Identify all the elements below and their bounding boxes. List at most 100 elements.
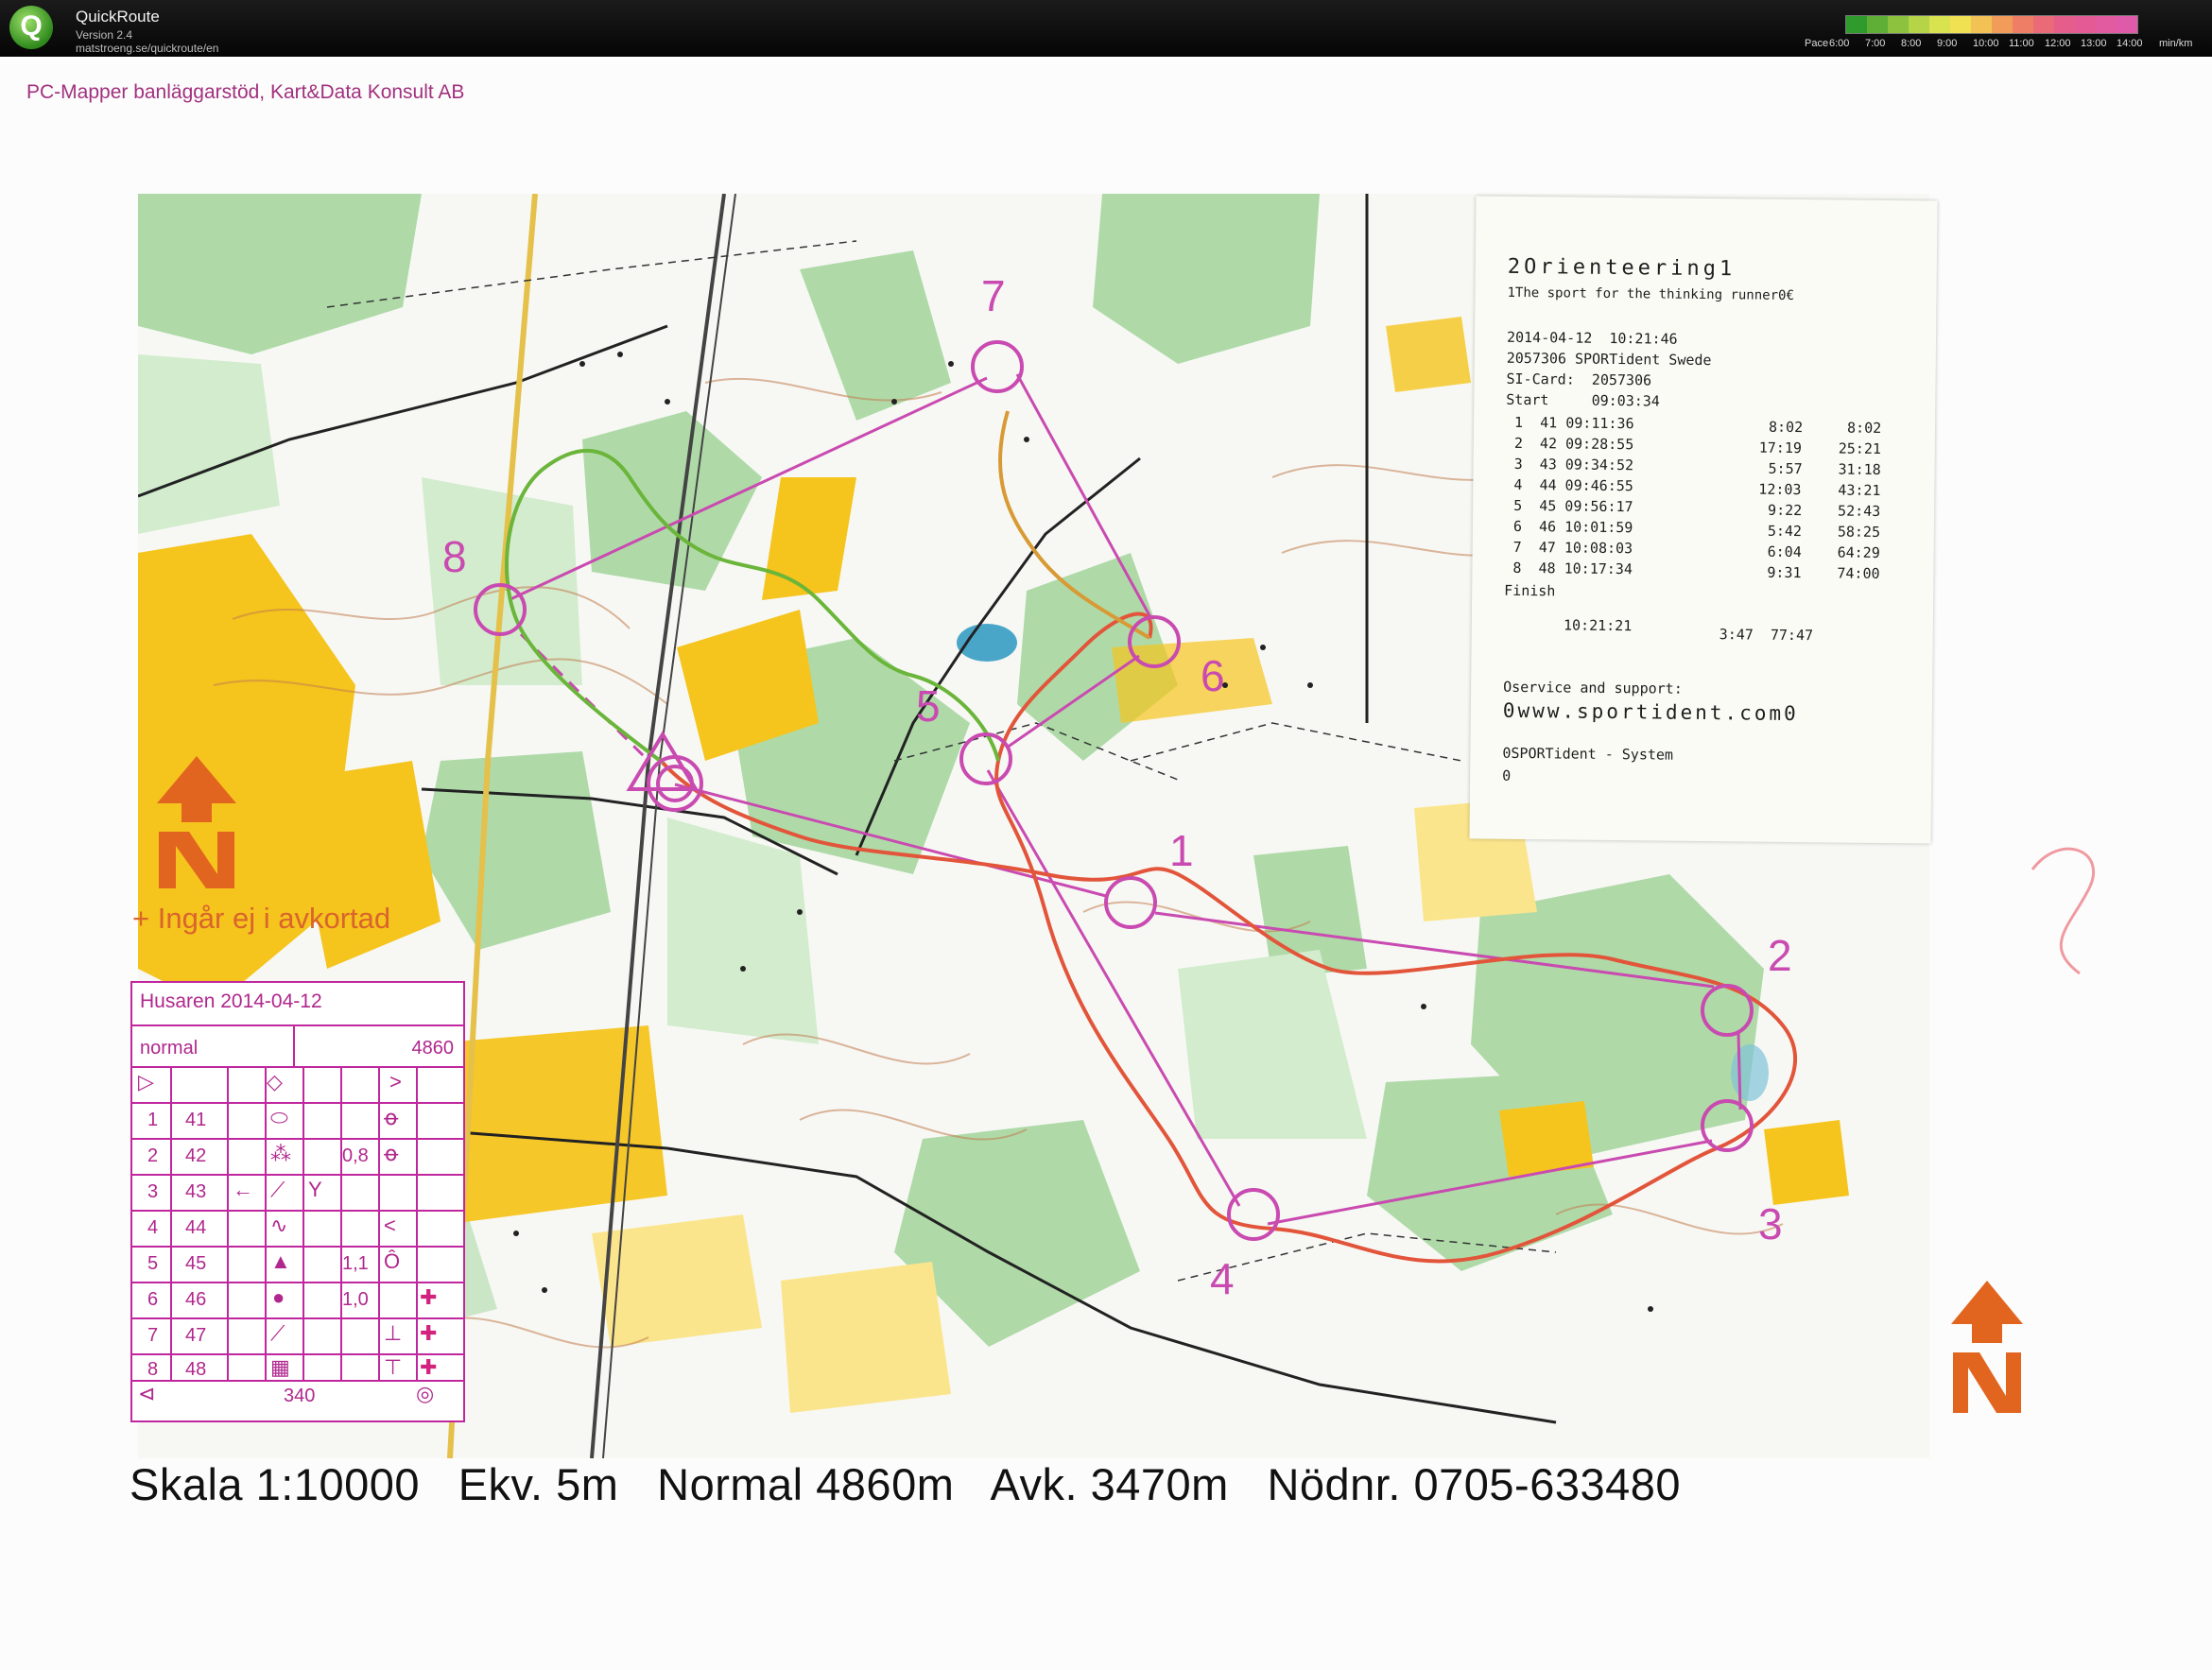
pace-tick-label: 6:00 bbox=[1829, 38, 1850, 49]
split-leg-time: 6:04 bbox=[1767, 542, 1802, 561]
split-leg-time: 9:22 bbox=[1768, 501, 1803, 520]
foot-icon: ⊥ bbox=[384, 1321, 403, 1345]
pace-tick-label: 14:00 bbox=[2117, 38, 2143, 49]
printout-system: 0SPORTident - System bbox=[1502, 744, 1674, 764]
control-number-2: 2 bbox=[1768, 931, 1792, 980]
printout-sicard: SI-Card: 2057306 bbox=[1506, 370, 1652, 389]
card-row-number: 8 bbox=[147, 1359, 159, 1380]
pace-legend-label: Pace bbox=[1805, 38, 1829, 49]
control-card-title: Husaren 2014-04-12 bbox=[140, 990, 322, 1012]
card-divider bbox=[132, 1102, 463, 1104]
card-divider bbox=[340, 1066, 342, 1380]
pace-color-cell bbox=[2096, 16, 2117, 33]
card-divider bbox=[132, 1174, 463, 1176]
app-name: QuickRoute bbox=[76, 8, 160, 26]
card-divider bbox=[378, 1066, 380, 1380]
pace-color-cell bbox=[2033, 16, 2054, 33]
split-leg-time: 5:57 bbox=[1768, 459, 1803, 478]
path-icon: ⟋ bbox=[270, 1321, 285, 1345]
start-triangle-icon: ▷ bbox=[138, 1070, 154, 1093]
location-icon: ꝋ bbox=[384, 1106, 399, 1129]
split-total-time: 52:43 bbox=[1838, 502, 1881, 520]
pace-color-cell bbox=[1909, 16, 1929, 33]
pace-color-cell bbox=[2054, 16, 2075, 33]
sportident-split-printout: 2Orienteering1 1The sport for the thinki… bbox=[1469, 196, 1938, 844]
pace-color-cell bbox=[1867, 16, 1888, 33]
pace-legend-unit: min/km bbox=[2159, 38, 2193, 49]
card-divider bbox=[416, 1066, 418, 1380]
app-version: Version 2.4 bbox=[76, 28, 133, 42]
finish-icon: ⊲ bbox=[138, 1382, 156, 1405]
card-divider bbox=[132, 1380, 463, 1382]
card-divider bbox=[170, 1066, 172, 1380]
split-leg-time: 17:19 bbox=[1758, 439, 1803, 457]
pace-tick-label: 9:00 bbox=[1937, 38, 1958, 49]
junction-icon: Y bbox=[308, 1178, 322, 1201]
dot-feature-icon: ● bbox=[272, 1285, 285, 1309]
split-total-time: 74:00 bbox=[1837, 564, 1880, 582]
control-card-class: normal bbox=[140, 1038, 199, 1059]
card-row-code: 48 bbox=[185, 1359, 207, 1380]
pace-tick-label: 11:00 bbox=[2009, 38, 2034, 49]
control-card-length: 4860 bbox=[411, 1038, 455, 1059]
card-divider bbox=[302, 1066, 304, 1380]
split-row: 4 44 09:46:55 bbox=[1505, 475, 1633, 495]
split-total-time: 58:25 bbox=[1837, 523, 1881, 541]
split-total-time: 64:29 bbox=[1837, 543, 1880, 561]
split-row: 8 48 10:17:34 bbox=[1504, 559, 1633, 578]
north-arrow-icon bbox=[157, 756, 236, 888]
pace-tick-label: 12:00 bbox=[2045, 38, 2071, 49]
card-row-dist: 0,8 bbox=[342, 1145, 369, 1166]
first-aid-icon: ✚ bbox=[420, 1321, 438, 1345]
end-icon: ⊤ bbox=[384, 1355, 403, 1379]
card-divider bbox=[227, 1066, 229, 1380]
card-row-code: 44 bbox=[185, 1217, 207, 1238]
arrow-left-icon: ← bbox=[233, 1178, 253, 1201]
printout-service: Oservice and support: bbox=[1503, 678, 1683, 697]
map-footer-scale: Skala 1:10000 Ekv. 5m Normal 4860m Avk. … bbox=[130, 1459, 1682, 1509]
pace-color-cell bbox=[1846, 16, 1867, 33]
card-row-code: 46 bbox=[185, 1289, 207, 1310]
ellipse-feature-icon: ⬭ bbox=[270, 1106, 288, 1129]
title-bar: Q QuickRoute Version 2.4 matstroeng.se/q… bbox=[0, 0, 2212, 57]
card-row-number: 6 bbox=[147, 1289, 159, 1310]
card-row-number: 1 bbox=[147, 1110, 159, 1130]
boulder-field-icon: ⁂ bbox=[270, 1142, 291, 1165]
pace-tick-label: 13:00 bbox=[2081, 38, 2107, 49]
fence-icon: ▦ bbox=[270, 1355, 290, 1379]
split-total-time: 43:21 bbox=[1838, 481, 1881, 499]
pace-color-cell bbox=[2117, 16, 2137, 33]
control-number-1: 1 bbox=[1169, 826, 1194, 875]
control-number-4: 4 bbox=[1210, 1254, 1235, 1303]
split-leg-time: 5:42 bbox=[1767, 522, 1803, 541]
card-row-number: 3 bbox=[147, 1181, 159, 1202]
app-url[interactable]: matstroeng.se/quickroute/en bbox=[76, 42, 218, 55]
card-divider bbox=[132, 1138, 463, 1140]
split-total-time: 25:21 bbox=[1838, 439, 1882, 457]
pace-color-legend bbox=[1845, 15, 2138, 34]
first-aid-icon: ✚ bbox=[420, 1355, 438, 1379]
pace-tick-label: 10:00 bbox=[1973, 38, 1999, 49]
control-description-card: Husaren 2014-04-12 normal 4860 ▷ ◇ > 1 4… bbox=[130, 981, 465, 1422]
card-row-code: 42 bbox=[185, 1145, 207, 1166]
printout-finish-label: Finish bbox=[1504, 581, 1556, 600]
control-number-8: 8 bbox=[442, 532, 467, 581]
card-row-number: 2 bbox=[147, 1145, 159, 1166]
pen-scribble bbox=[2031, 847, 2096, 975]
ditch-icon: ∿ bbox=[270, 1214, 288, 1237]
card-divider bbox=[132, 1317, 463, 1319]
card-row-code: 47 bbox=[185, 1325, 207, 1346]
pace-color-cell bbox=[1929, 16, 1950, 33]
split-row: 2 42 09:28:55 bbox=[1505, 434, 1634, 454]
control-number-6: 6 bbox=[1201, 651, 1225, 700]
split-leg-time: 8:02 bbox=[1768, 418, 1804, 437]
map-credit-header: PC-Mapper banläggarstöd, Kart&Data Konsu… bbox=[26, 81, 465, 103]
card-row-number: 4 bbox=[147, 1217, 159, 1238]
control-number-5: 5 bbox=[916, 681, 941, 731]
split-total-time: 31:18 bbox=[1838, 460, 1881, 478]
card-divider bbox=[132, 1066, 463, 1068]
split-row: 5 45 09:56:17 bbox=[1505, 496, 1633, 516]
printout-slogan: 1The sport for the thinking runner0€ bbox=[1507, 284, 1795, 303]
split-row: 1 41 09:11:36 bbox=[1505, 413, 1634, 433]
knoll-icon: ▲ bbox=[270, 1249, 291, 1273]
